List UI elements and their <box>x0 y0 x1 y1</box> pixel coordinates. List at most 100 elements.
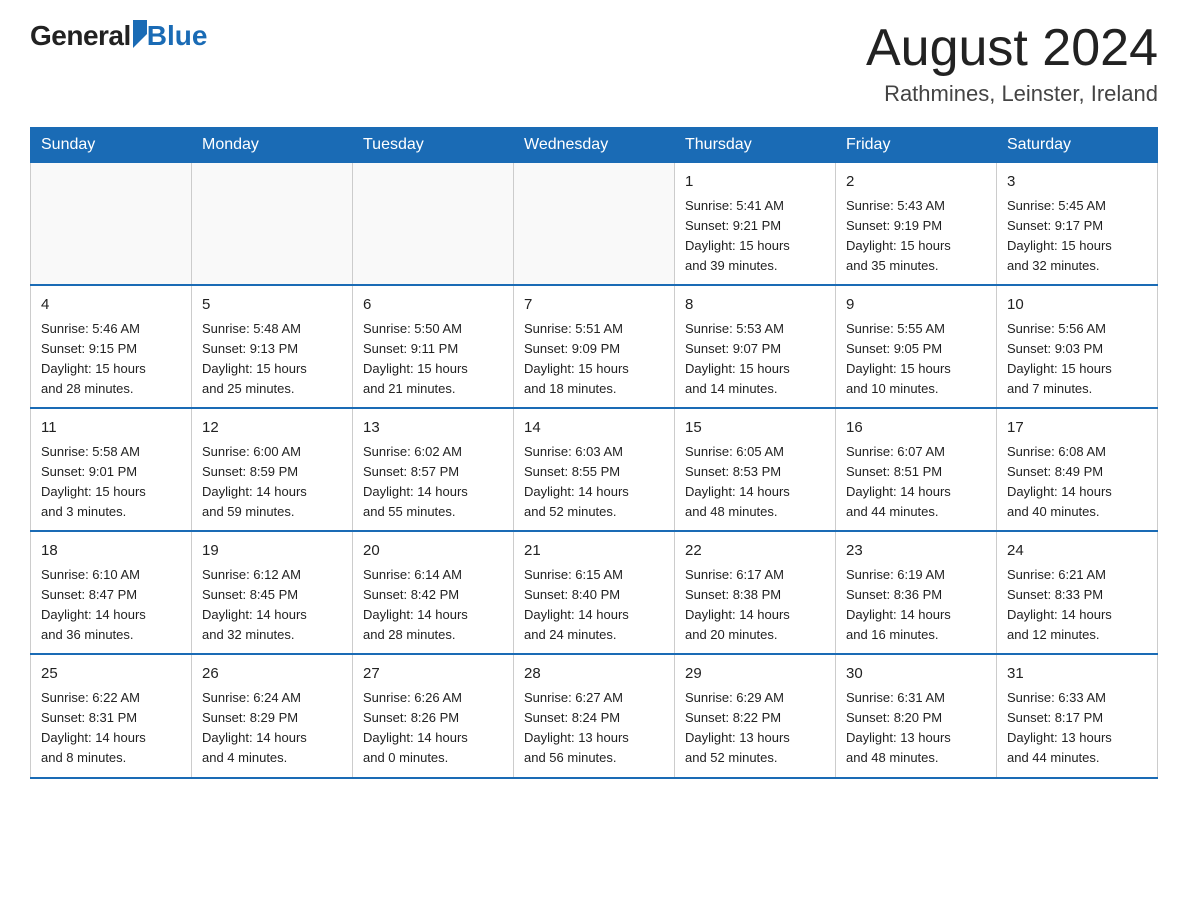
calendar-day-cell: 2Sunrise: 5:43 AMSunset: 9:19 PMDaylight… <box>836 163 997 286</box>
calendar-day-cell: 18Sunrise: 6:10 AMSunset: 8:47 PMDayligh… <box>31 531 192 654</box>
calendar-day-cell: 15Sunrise: 6:05 AMSunset: 8:53 PMDayligh… <box>675 408 836 531</box>
day-info: Sunrise: 6:02 AMSunset: 8:57 PMDaylight:… <box>363 442 503 523</box>
day-info: Sunrise: 6:21 AMSunset: 8:33 PMDaylight:… <box>1007 565 1147 646</box>
calendar-header-tuesday: Tuesday <box>353 128 514 163</box>
day-number: 16 <box>846 417 986 440</box>
calendar-day-cell: 9Sunrise: 5:55 AMSunset: 9:05 PMDaylight… <box>836 285 997 408</box>
day-number: 10 <box>1007 294 1147 317</box>
day-number: 20 <box>363 540 503 563</box>
logo-blue-text: Blue <box>147 20 208 52</box>
day-info: Sunrise: 6:29 AMSunset: 8:22 PMDaylight:… <box>685 688 825 769</box>
day-info: Sunrise: 6:27 AMSunset: 8:24 PMDaylight:… <box>524 688 664 769</box>
day-info: Sunrise: 5:50 AMSunset: 9:11 PMDaylight:… <box>363 319 503 400</box>
logo-general-text: General <box>30 20 131 52</box>
day-info: Sunrise: 6:08 AMSunset: 8:49 PMDaylight:… <box>1007 442 1147 523</box>
day-number: 18 <box>41 540 181 563</box>
calendar-day-cell: 27Sunrise: 6:26 AMSunset: 8:26 PMDayligh… <box>353 654 514 777</box>
day-number: 11 <box>41 417 181 440</box>
month-title: August 2024 <box>866 20 1158 77</box>
day-number: 9 <box>846 294 986 317</box>
day-info: Sunrise: 6:26 AMSunset: 8:26 PMDaylight:… <box>363 688 503 769</box>
calendar-day-cell: 4Sunrise: 5:46 AMSunset: 9:15 PMDaylight… <box>31 285 192 408</box>
day-info: Sunrise: 5:45 AMSunset: 9:17 PMDaylight:… <box>1007 196 1147 277</box>
day-info: Sunrise: 5:41 AMSunset: 9:21 PMDaylight:… <box>685 196 825 277</box>
calendar-header-thursday: Thursday <box>675 128 836 163</box>
day-number: 1 <box>685 171 825 194</box>
calendar-day-cell: 12Sunrise: 6:00 AMSunset: 8:59 PMDayligh… <box>192 408 353 531</box>
day-number: 25 <box>41 663 181 686</box>
calendar-week-row: 4Sunrise: 5:46 AMSunset: 9:15 PMDaylight… <box>31 285 1158 408</box>
day-number: 22 <box>685 540 825 563</box>
day-info: Sunrise: 6:22 AMSunset: 8:31 PMDaylight:… <box>41 688 181 769</box>
calendar-day-cell: 7Sunrise: 5:51 AMSunset: 9:09 PMDaylight… <box>514 285 675 408</box>
day-number: 24 <box>1007 540 1147 563</box>
calendar-day-cell: 21Sunrise: 6:15 AMSunset: 8:40 PMDayligh… <box>514 531 675 654</box>
day-number: 8 <box>685 294 825 317</box>
day-info: Sunrise: 6:10 AMSunset: 8:47 PMDaylight:… <box>41 565 181 646</box>
day-number: 21 <box>524 540 664 563</box>
logo-blue-part: Blue <box>131 20 208 52</box>
title-area: August 2024 Rathmines, Leinster, Ireland <box>866 20 1158 107</box>
day-info: Sunrise: 5:53 AMSunset: 9:07 PMDaylight:… <box>685 319 825 400</box>
calendar-header-row: SundayMondayTuesdayWednesdayThursdayFrid… <box>31 128 1158 163</box>
day-info: Sunrise: 6:14 AMSunset: 8:42 PMDaylight:… <box>363 565 503 646</box>
calendar-header-sunday: Sunday <box>31 128 192 163</box>
day-info: Sunrise: 6:05 AMSunset: 8:53 PMDaylight:… <box>685 442 825 523</box>
calendar-day-cell: 26Sunrise: 6:24 AMSunset: 8:29 PMDayligh… <box>192 654 353 777</box>
day-number: 14 <box>524 417 664 440</box>
calendar-day-cell: 22Sunrise: 6:17 AMSunset: 8:38 PMDayligh… <box>675 531 836 654</box>
day-number: 4 <box>41 294 181 317</box>
day-number: 29 <box>685 663 825 686</box>
calendar-day-cell: 1Sunrise: 5:41 AMSunset: 9:21 PMDaylight… <box>675 163 836 286</box>
calendar-header-friday: Friday <box>836 128 997 163</box>
calendar-day-cell: 14Sunrise: 6:03 AMSunset: 8:55 PMDayligh… <box>514 408 675 531</box>
calendar-day-cell: 3Sunrise: 5:45 AMSunset: 9:17 PMDaylight… <box>997 163 1158 286</box>
calendar-day-cell: 19Sunrise: 6:12 AMSunset: 8:45 PMDayligh… <box>192 531 353 654</box>
day-info: Sunrise: 6:33 AMSunset: 8:17 PMDaylight:… <box>1007 688 1147 769</box>
calendar-header-saturday: Saturday <box>997 128 1158 163</box>
day-info: Sunrise: 5:43 AMSunset: 9:19 PMDaylight:… <box>846 196 986 277</box>
day-info: Sunrise: 5:56 AMSunset: 9:03 PMDaylight:… <box>1007 319 1147 400</box>
day-info: Sunrise: 6:19 AMSunset: 8:36 PMDaylight:… <box>846 565 986 646</box>
calendar-week-row: 11Sunrise: 5:58 AMSunset: 9:01 PMDayligh… <box>31 408 1158 531</box>
day-number: 2 <box>846 171 986 194</box>
calendar-day-cell <box>353 163 514 286</box>
day-info: Sunrise: 6:03 AMSunset: 8:55 PMDaylight:… <box>524 442 664 523</box>
day-number: 6 <box>363 294 503 317</box>
day-info: Sunrise: 6:00 AMSunset: 8:59 PMDaylight:… <box>202 442 342 523</box>
calendar-day-cell <box>192 163 353 286</box>
day-info: Sunrise: 6:15 AMSunset: 8:40 PMDaylight:… <box>524 565 664 646</box>
day-info: Sunrise: 6:17 AMSunset: 8:38 PMDaylight:… <box>685 565 825 646</box>
day-info: Sunrise: 6:31 AMSunset: 8:20 PMDaylight:… <box>846 688 986 769</box>
calendar-day-cell <box>514 163 675 286</box>
calendar-day-cell: 23Sunrise: 6:19 AMSunset: 8:36 PMDayligh… <box>836 531 997 654</box>
day-info: Sunrise: 5:48 AMSunset: 9:13 PMDaylight:… <box>202 319 342 400</box>
calendar-day-cell: 30Sunrise: 6:31 AMSunset: 8:20 PMDayligh… <box>836 654 997 777</box>
day-number: 5 <box>202 294 342 317</box>
day-number: 27 <box>363 663 503 686</box>
calendar-day-cell: 16Sunrise: 6:07 AMSunset: 8:51 PMDayligh… <box>836 408 997 531</box>
calendar-day-cell: 20Sunrise: 6:14 AMSunset: 8:42 PMDayligh… <box>353 531 514 654</box>
day-info: Sunrise: 5:55 AMSunset: 9:05 PMDaylight:… <box>846 319 986 400</box>
calendar-day-cell: 29Sunrise: 6:29 AMSunset: 8:22 PMDayligh… <box>675 654 836 777</box>
calendar-day-cell: 24Sunrise: 6:21 AMSunset: 8:33 PMDayligh… <box>997 531 1158 654</box>
day-number: 26 <box>202 663 342 686</box>
calendar-week-row: 25Sunrise: 6:22 AMSunset: 8:31 PMDayligh… <box>31 654 1158 777</box>
day-number: 30 <box>846 663 986 686</box>
calendar-day-cell: 17Sunrise: 6:08 AMSunset: 8:49 PMDayligh… <box>997 408 1158 531</box>
calendar-week-row: 18Sunrise: 6:10 AMSunset: 8:47 PMDayligh… <box>31 531 1158 654</box>
location-title: Rathmines, Leinster, Ireland <box>866 81 1158 107</box>
calendar-week-row: 1Sunrise: 5:41 AMSunset: 9:21 PMDaylight… <box>31 163 1158 286</box>
day-number: 31 <box>1007 663 1147 686</box>
day-number: 7 <box>524 294 664 317</box>
page-header: General Blue August 2024 Rathmines, Lein… <box>30 20 1158 107</box>
day-info: Sunrise: 6:24 AMSunset: 8:29 PMDaylight:… <box>202 688 342 769</box>
day-number: 15 <box>685 417 825 440</box>
day-number: 17 <box>1007 417 1147 440</box>
calendar-header-wednesday: Wednesday <box>514 128 675 163</box>
day-number: 3 <box>1007 171 1147 194</box>
calendar-header-monday: Monday <box>192 128 353 163</box>
day-info: Sunrise: 5:46 AMSunset: 9:15 PMDaylight:… <box>41 319 181 400</box>
calendar-day-cell: 6Sunrise: 5:50 AMSunset: 9:11 PMDaylight… <box>353 285 514 408</box>
day-info: Sunrise: 6:07 AMSunset: 8:51 PMDaylight:… <box>846 442 986 523</box>
